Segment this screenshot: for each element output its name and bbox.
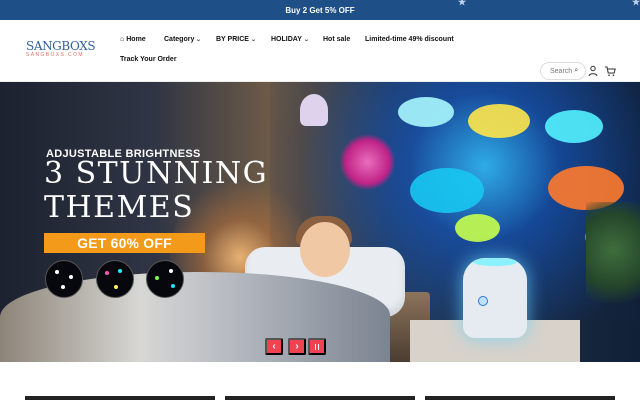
product-card-top[interactable]	[25, 396, 215, 400]
nav-home-label: Home	[126, 36, 146, 43]
search-icon: ⌕	[574, 67, 579, 74]
nav-home[interactable]: ⌂ Home	[120, 36, 146, 43]
cart-icon-svg	[605, 66, 616, 76]
jellyfish-icon	[300, 94, 328, 126]
fish-icon	[468, 104, 530, 138]
hero-title-line-1: 3 STUNNING	[44, 156, 269, 191]
announcement-text: Buy 2 Get 5% OFF	[285, 5, 355, 15]
home-icon: ⌂	[120, 36, 125, 43]
product-card-top[interactable]	[225, 396, 415, 400]
hero-title-line-2: THEMES	[44, 190, 195, 225]
user-icon-svg	[588, 65, 598, 77]
star-decoration-icon: ★	[632, 0, 640, 7]
nav-holiday-label: HOLIDAY	[271, 36, 302, 43]
chevron-down-icon: ⌄	[303, 37, 310, 43]
pause-slideshow-button[interactable]	[308, 338, 326, 355]
logo-domain: SANGBOXS.COM	[26, 52, 84, 58]
site-header: SANGBOXS SANGBOXS.COM ⌂ Home Category ⌄ …	[0, 20, 640, 82]
star-projector	[463, 258, 527, 338]
search-placeholder: Search	[550, 67, 573, 75]
coral-icon	[340, 134, 395, 190]
hero-banner[interactable]: ADJUSTABLE BRIGHTNESS 3 STUNNING THEMES …	[0, 82, 640, 362]
product-card-top[interactable]	[425, 396, 615, 400]
search-input[interactable]: Search ⌕	[540, 62, 586, 80]
nav-holiday[interactable]: HOLIDAY ⌄	[271, 36, 309, 43]
nav-category-label: Category	[164, 36, 195, 43]
theme-preview-stars	[45, 260, 83, 298]
logo-wordmark: SANGBOXS	[26, 39, 96, 53]
main-navigation: ⌂ Home Category ⌄ BY PRICE ⌄ HOLIDAY ⌄ H…	[120, 35, 500, 75]
cart-icon[interactable]	[604, 64, 616, 76]
next-slide-button[interactable]: ›	[288, 338, 306, 355]
nav-hot-sale-label: Hot sale	[323, 36, 351, 43]
fish-icon	[455, 214, 500, 242]
user-icon[interactable]	[587, 64, 599, 77]
chevron-down-icon: ⌄	[195, 37, 202, 43]
previous-slide-button[interactable]: ‹	[265, 338, 283, 355]
nav-by-price[interactable]: BY PRICE ⌄	[216, 36, 256, 43]
projector-light	[473, 258, 517, 266]
dolphin-icon	[410, 168, 484, 213]
nav-by-price-label: BY PRICE	[216, 36, 249, 43]
nav-limited-time-discount[interactable]: Limited-time 49% discount	[365, 36, 454, 43]
fish-icon	[545, 110, 603, 143]
child-face	[300, 222, 350, 277]
nav-limited-label: Limited-time 49% discount	[365, 36, 454, 43]
theme-preview-ocean	[96, 260, 134, 298]
product-card-row	[0, 362, 640, 400]
theme-preview-space	[146, 260, 184, 298]
announcement-bar: Buy 2 Get 5% OFF ★ ★	[0, 0, 640, 20]
site-logo[interactable]: SANGBOXS SANGBOXS.COM	[26, 40, 104, 62]
discount-offer: GET 60% OFF	[44, 233, 205, 253]
nav-hot-sale[interactable]: Hot sale	[323, 36, 350, 43]
chevron-down-icon: ⌄	[250, 37, 257, 43]
nav-track-order[interactable]: Track Your Order	[120, 56, 177, 63]
nav-category[interactable]: Category ⌄	[164, 36, 202, 43]
power-icon	[478, 296, 488, 306]
fish-icon	[398, 97, 454, 127]
plant-silhouette	[586, 202, 640, 322]
nav-track-label: Track Your Order	[120, 56, 177, 63]
star-decoration-icon: ★	[458, 0, 467, 7]
